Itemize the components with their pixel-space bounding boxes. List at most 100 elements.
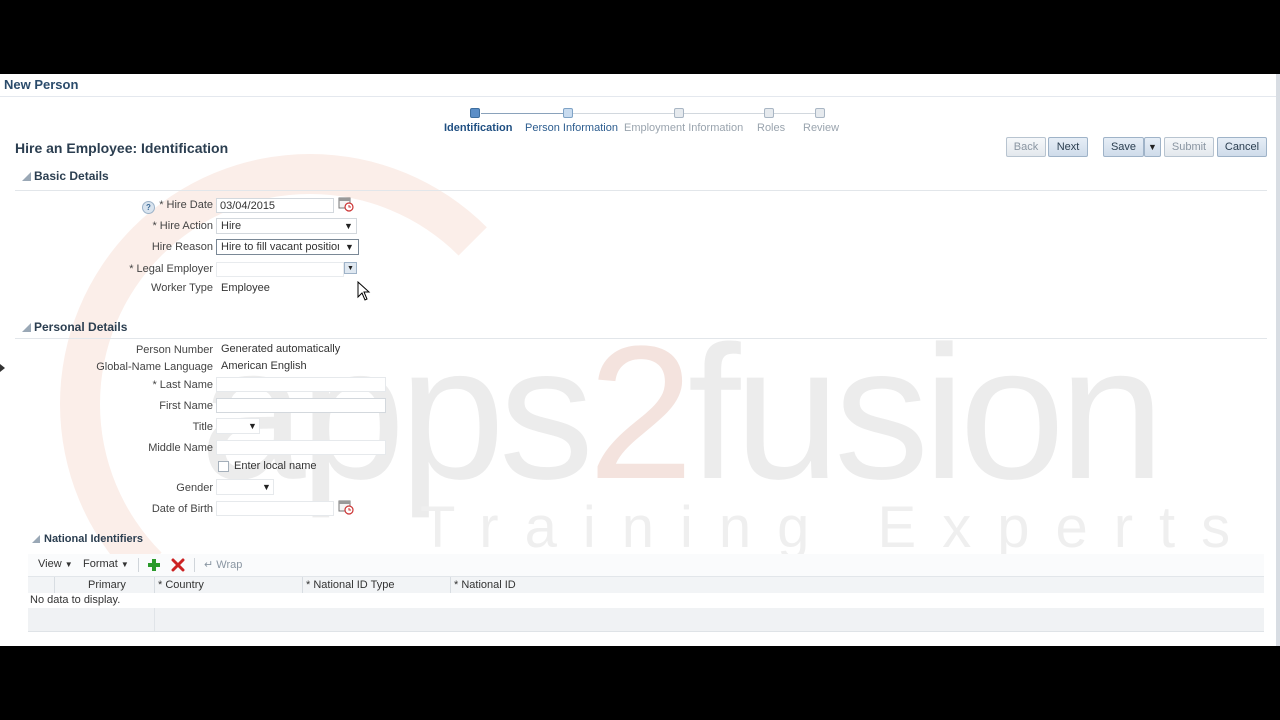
hire-date-label: * Hire Date [159,199,213,211]
app-title: New Person [4,77,79,92]
calendar-icon[interactable] [338,499,354,515]
chevron-down-icon: ▼ [345,242,354,252]
last-name-label: * Last Name [152,379,213,391]
middle-name-label: Middle Name [148,442,213,454]
column-divider [154,608,155,631]
global-name-language-value: American English [221,360,307,372]
chevron-down-icon: ▼ [347,265,354,272]
app-header [0,74,1280,97]
chevron-down-icon: ▼ [64,560,73,569]
save-button-label: Save [1110,141,1137,153]
watermark-tagline: Training Experts [420,495,1257,560]
train-connector [684,113,764,114]
last-name-input[interactable] [216,377,386,392]
hire-reason-label: Hire Reason [151,241,213,253]
basic-details-heading[interactable]: Basic Details [34,169,109,183]
title-select[interactable]: ▼ [216,418,260,434]
personal-details-divider [15,338,1267,339]
enter-local-name-label[interactable]: Enter local name [234,460,317,472]
first-name-input[interactable] [216,398,386,413]
legal-employer-dropdown-button[interactable]: ▼ [344,262,357,274]
chevron-down-icon: ▼ [344,221,353,231]
page-title: Hire an Employee: Identification [15,140,229,156]
calendar-icon[interactable] [338,196,354,212]
collapse-basic-details-icon[interactable] [22,172,31,181]
mouse-pointer-icon [357,281,371,301]
train-label-employment-information: Employment Information [624,122,744,134]
person-number-label: Person Number [135,344,213,356]
chevron-down-icon: ▼ [248,421,257,431]
gender-label: Gender [176,482,213,494]
first-name-label: First Name [159,400,213,412]
watermark-brand: apps2fusion [200,304,1165,522]
legal-employer-input[interactable] [216,262,344,277]
worker-type-value: Employee [221,282,270,294]
delete-icon[interactable] [171,558,185,572]
legal-employer-label: * Legal Employer [129,263,213,275]
date-of-birth-label: Date of Birth [151,503,213,515]
hire-action-value: Hire [221,220,242,232]
column-divider [154,577,155,593]
view-menu-label: View [38,558,62,570]
collapse-personal-details-icon[interactable] [22,323,31,332]
column-divider [302,577,303,593]
column-header-national-id-type[interactable]: * National ID Type [306,579,394,591]
hire-reason-select[interactable]: Hire to fill vacant position ▼ [216,239,359,255]
basic-details-divider [15,190,1267,191]
column-header-country[interactable]: * Country [158,579,204,591]
cancel-button[interactable]: Cancel [1217,137,1267,157]
title-label: Title [192,421,213,433]
train-stop-review [815,108,825,118]
national-identifiers-footer [28,608,1264,631]
gender-select[interactable]: ▼ [216,479,274,495]
back-button-label: Back [1013,141,1039,153]
hire-date-input[interactable]: 03/04/2015 [216,198,334,213]
chevron-down-icon: ▼ [120,560,129,569]
hire-reason-value: Hire to fill vacant position [221,241,339,253]
add-icon[interactable] [147,558,161,572]
train-label-person-information[interactable]: Person Information [525,122,618,134]
wrap-button[interactable]: ↵ Wrap [204,558,242,571]
person-number-value: Generated automatically [221,343,341,355]
national-identifiers-heading[interactable]: National Identifiers [44,533,143,545]
format-menu[interactable]: Format ▼ [83,558,129,570]
train-stop-person-information[interactable] [563,108,573,118]
submit-button[interactable]: Submit [1164,137,1214,157]
save-menu-button[interactable]: ▼ [1144,137,1161,157]
save-button[interactable]: Save [1103,137,1144,157]
left-splitter-handle[interactable] [0,364,5,372]
train-connector [481,113,563,114]
train-label-identification[interactable]: Identification [444,122,512,134]
view-menu[interactable]: View ▼ [38,558,73,570]
train-label-review: Review [803,122,840,134]
train-stop-employment-information [674,108,684,118]
column-divider [54,577,55,593]
column-header-primary[interactable]: Primary [88,579,126,591]
chevron-down-icon: ▼ [262,482,271,492]
scrollbar-edge[interactable] [1276,74,1280,646]
cancel-button-label: Cancel [1224,141,1260,153]
next-button[interactable]: Next [1048,137,1088,157]
chevron-down-icon: ▼ [1148,142,1157,152]
column-divider [450,577,451,593]
national-identifiers-toolbar: View ▼ Format ▼ ↵ Wrap [28,554,1264,577]
hire-action-select[interactable]: Hire ▼ [216,218,357,234]
wrap-icon: ↵ [204,559,214,571]
date-of-birth-input[interactable] [216,501,334,516]
personal-details-heading[interactable]: Personal Details [34,320,127,334]
middle-name-input[interactable] [216,440,386,455]
format-menu-label: Format [83,558,118,570]
wrap-label: Wrap [216,559,243,571]
submit-button-label: Submit [1171,141,1207,153]
toolbar-separator [194,558,195,572]
table-empty-message: No data to display. [30,594,121,606]
global-name-language-label: Global-Name Language [96,361,213,373]
national-identifiers-header-row: Primary * Country * National ID Type * N… [28,577,1264,594]
enter-local-name-checkbox[interactable] [218,461,229,472]
hire-action-label: * Hire Action [152,220,213,232]
collapse-national-identifiers-icon[interactable] [32,535,40,543]
back-button[interactable]: Back [1006,137,1046,157]
train-stop-identification[interactable] [470,108,480,118]
column-header-national-id[interactable]: * National ID [454,579,516,591]
train-connector [774,113,815,114]
